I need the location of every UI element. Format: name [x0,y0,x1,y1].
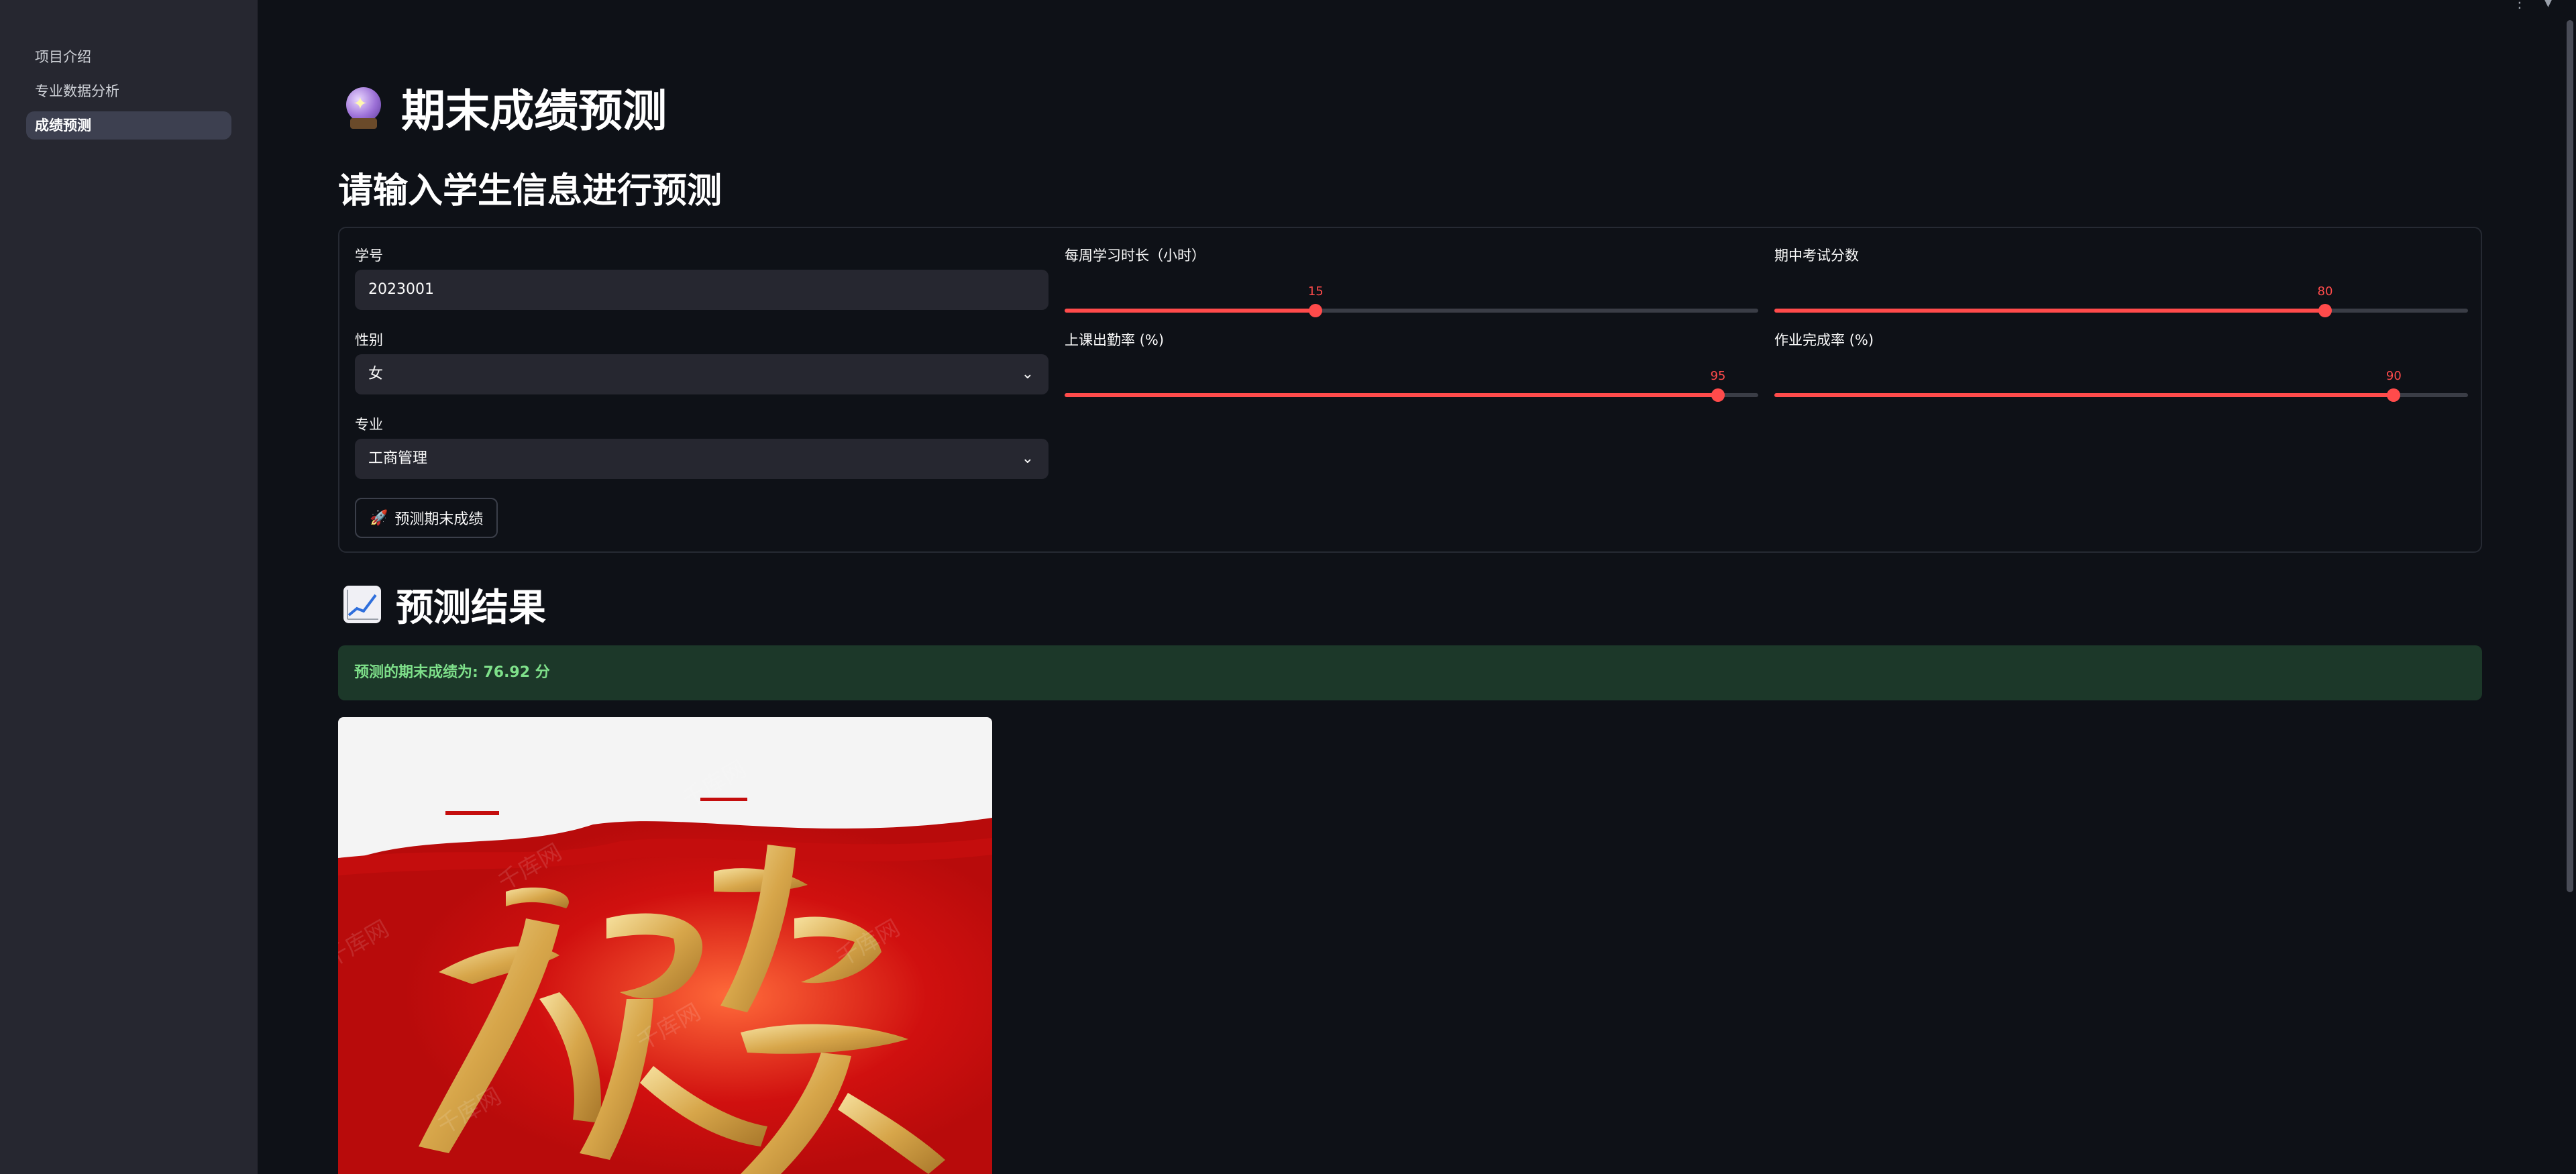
gender-select-value: 女 [368,366,384,382]
student-id-label: 学号 [355,248,383,264]
slider-thumb[interactable] [2387,388,2401,402]
slider-thumb[interactable] [1711,388,1725,402]
attendance-field: 上课出勤率 (%) 95 [1065,330,1758,415]
result-title-row: 预测结果 [343,577,546,632]
top-toolbar: ⋮ ▾ [2512,0,2552,11]
form-column-2: 每周学习时长（小时） 15 上课出勤率 (%) 95 [1065,246,1758,415]
form-column-3: 期中考试分数 80 作业完成率 (%) 90 [1774,246,2468,415]
gender-label: 性别 [355,332,383,348]
study-hours-field: 每周学习时长（小时） 15 [1065,246,1758,330]
slider-value: 90 [2385,369,2402,383]
chevron-down-icon: ⌄ [1021,450,1034,467]
slider-fill [1065,309,1316,313]
chevron-down-icon: ⌄ [1021,366,1034,382]
sidebar: 项目介绍 专业数据分析 成绩预测 [0,0,258,1174]
slider-fill [1774,309,2325,313]
main-content: 期末成绩预测 请输入学生信息进行预测 学号 2023001 性别 女 ⌄ 专业 … [338,0,2482,1174]
page-title: 期末成绩预测 [401,85,667,137]
study-hours-label: 每周学习时长（小时） [1065,248,1205,264]
slider-value: 95 [1710,369,1726,383]
slider-fill [1065,393,1719,397]
deploy-icon[interactable]: ⋮ [2512,0,2527,11]
study-hours-slider[interactable]: 15 [1065,284,1758,317]
chart-increasing-icon [343,586,381,623]
page-scrollbar[interactable] [2565,0,2575,1174]
attendance-slider[interactable]: 95 [1065,369,1758,402]
menu-chevron-icon[interactable]: ▾ [2544,0,2552,11]
gender-field: 性别 女 ⌄ [355,330,1049,394]
major-field: 专业 工商管理 ⌄ [355,415,1049,479]
scrollbar-thumb[interactable] [2567,20,2573,892]
rocket-icon: 🚀 [370,509,388,527]
major-select[interactable]: 工商管理 ⌄ [355,439,1049,479]
homework-slider[interactable]: 90 [1774,369,2468,402]
predict-button[interactable]: 🚀 预测期末成绩 [355,498,498,538]
prediction-result-alert: 预测的期末成绩为: 76.92 分 [338,645,2482,700]
major-select-value: 工商管理 [368,450,428,467]
midterm-field: 期中考试分数 80 [1774,246,2468,330]
attendance-label: 上课出勤率 (%) [1065,332,1165,348]
major-label: 专业 [355,417,383,433]
predict-button-label: 预测期末成绩 [394,511,484,528]
slider-value: 80 [2317,284,2333,299]
homework-label: 作业完成率 (%) [1774,332,1874,348]
midterm-slider[interactable]: 80 [1774,284,2468,317]
midterm-label: 期中考试分数 [1774,248,1859,264]
sidebar-nav: 项目介绍 专业数据分析 成绩预测 [26,43,231,146]
slider-thumb[interactable] [2318,304,2332,317]
slider-value: 15 [1307,284,1324,299]
prediction-form: 学号 2023001 性别 女 ⌄ 专业 工商管理 ⌄ 每周学习时长（小时） 1… [338,227,2482,553]
sidebar-item-analysis[interactable]: 专业数据分析 [26,77,231,105]
congratulations-image: 千库网 千库网 千库网 千库网 千库网 千库网 [338,717,992,1174]
slider-thumb[interactable] [1309,304,1323,317]
sidebar-item-intro[interactable]: 项目介绍 [26,43,231,71]
crystal-ball-icon [343,87,384,129]
page-title-row: 期末成绩预测 [343,75,667,140]
slider-fill [1774,393,2394,397]
form-column-1: 学号 2023001 性别 女 ⌄ 专业 工商管理 ⌄ [355,246,1049,499]
form-heading: 请输入学生信息进行预测 [338,171,722,211]
homework-field: 作业完成率 (%) 90 [1774,330,2468,415]
student-id-input[interactable]: 2023001 [355,270,1049,310]
result-title: 预测结果 [396,586,546,630]
gender-select[interactable]: 女 ⌄ [355,354,1049,394]
student-id-field: 学号 2023001 [355,246,1049,310]
sidebar-item-prediction[interactable]: 成绩预测 [26,111,231,140]
